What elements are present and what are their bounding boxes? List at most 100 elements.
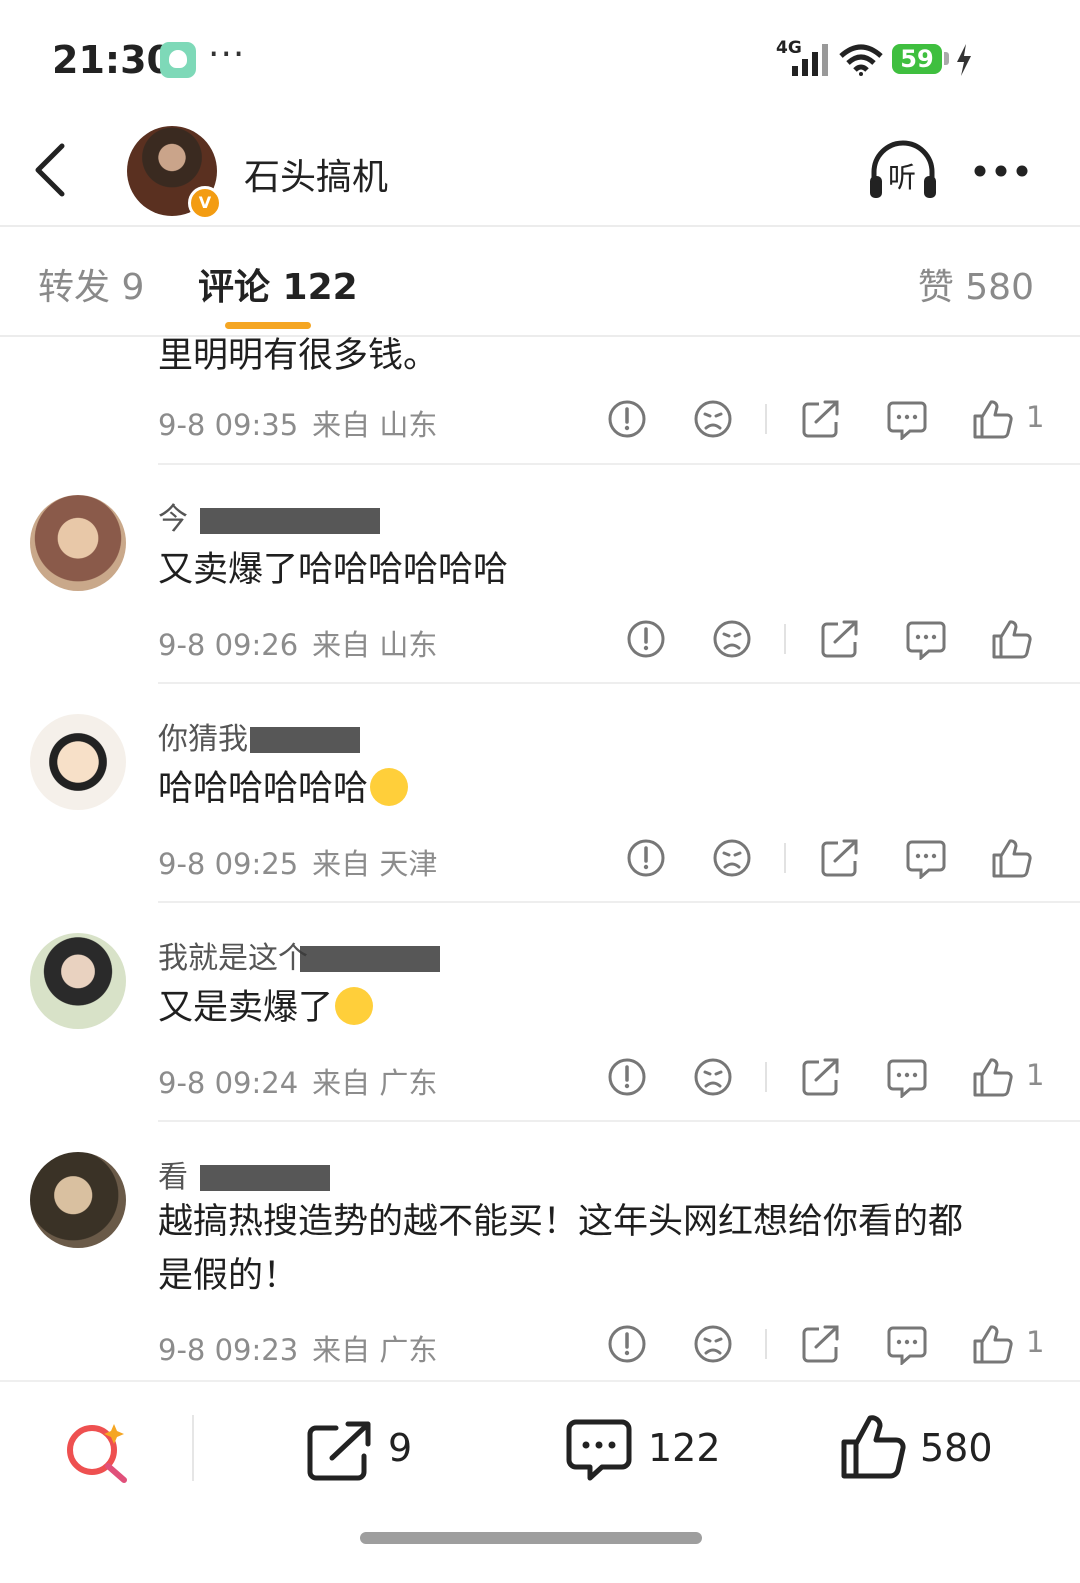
sweat-emoji: [335, 987, 374, 1025]
commenter-avatar[interactable]: [30, 714, 126, 810]
forward-count: 9: [388, 1426, 413, 1470]
share-icon: [821, 839, 858, 877]
comment-text-row: 又是卖爆了: [158, 982, 374, 1034]
comment-like-button[interactable]: [972, 398, 1014, 440]
share-icon: [802, 400, 839, 438]
comment-time: 9-8 09:24: [158, 1066, 299, 1100]
comment-share-button[interactable]: [819, 837, 861, 879]
comment-meta: 9-8 09:25 来自 天津: [158, 841, 437, 883]
commenter-avatar[interactable]: [30, 1152, 126, 1248]
name-redaction: [200, 1165, 330, 1191]
comment-location: 来自 广东: [312, 1333, 438, 1367]
comment-like-button[interactable]: [991, 837, 1033, 879]
comment-icon: [906, 840, 946, 881]
charging-icon: [957, 44, 971, 76]
comment-share-button[interactable]: [800, 1056, 842, 1098]
header-divider: [0, 225, 1080, 227]
comment-divider: [158, 463, 1080, 465]
wifi-icon: [839, 44, 883, 76]
comment-like-button[interactable]: [972, 1056, 1014, 1098]
author-name[interactable]: 石头搞机: [244, 148, 388, 200]
name-redaction: [200, 508, 380, 534]
battery-tip: [944, 52, 949, 65]
bottom-bar-separator: [192, 1415, 194, 1481]
status-time: 21:30: [52, 38, 173, 82]
tab-like[interactable]: 赞 580: [918, 258, 1034, 310]
frown-icon: [694, 400, 732, 438]
comment-like-count: 1: [1026, 1325, 1045, 1359]
comment-share-button[interactable]: [819, 618, 861, 660]
warning-icon: [608, 1325, 646, 1363]
comment-text-row: 哈哈哈哈哈哈: [158, 763, 409, 815]
comment-count: 122: [648, 1426, 721, 1470]
warning-icon: [608, 400, 646, 438]
more-button[interactable]: [970, 154, 1032, 188]
status-more: ···: [208, 34, 246, 75]
ai-search-icon[interactable]: [64, 1418, 130, 1484]
reply-button[interactable]: [886, 398, 928, 442]
thumbs-up-icon: [973, 1058, 1013, 1097]
comment-text: 又是卖爆了: [158, 988, 334, 1028]
report-button[interactable]: [606, 1056, 648, 1098]
comment-meta: 9-8 09:24 来自 广东: [158, 1060, 437, 1102]
thumbs-up-icon: [992, 839, 1032, 878]
active-tab-indicator: [225, 322, 311, 329]
signal-icon: [792, 44, 828, 76]
share-icon: [821, 620, 858, 658]
comment-like-button[interactable]: [972, 1323, 1014, 1365]
commenter-name[interactable]: 我就是这个: [158, 933, 308, 977]
dislike-button[interactable]: [711, 837, 753, 879]
frown-icon: [694, 1058, 732, 1096]
commenter-name[interactable]: 你猜我: [158, 714, 248, 758]
warning-icon: [627, 839, 665, 877]
reply-button[interactable]: [886, 1323, 928, 1367]
share-icon: [802, 1325, 839, 1363]
comment-share-button[interactable]: [800, 398, 842, 440]
tab-forward[interactable]: 转发 9: [38, 258, 144, 310]
tab-comment[interactable]: 评论 122: [198, 258, 358, 310]
comment-meta: 9-8 09:35 来自 山东: [158, 402, 437, 444]
dislike-button[interactable]: [692, 1056, 734, 1098]
warning-icon: [627, 620, 665, 658]
action-separator: [765, 404, 767, 434]
app-icon: [160, 42, 196, 78]
comment-time: 9-8 09:26: [158, 628, 299, 662]
listen-button[interactable]: 听: [866, 138, 940, 204]
name-redaction: [300, 946, 440, 972]
report-button[interactable]: [625, 837, 667, 879]
comment-location: 来自 广东: [312, 1066, 438, 1100]
comment-icon: [566, 1419, 632, 1481]
back-button[interactable]: [26, 138, 86, 202]
bottom-bar-divider: [0, 1380, 1080, 1382]
comment-text: 越搞热搜造势的越不能买！这年头网红想给你看的都: [158, 1202, 964, 1242]
reply-button[interactable]: [905, 618, 947, 662]
thumbs-up-icon: [973, 400, 1013, 439]
thumbs-up-icon: [973, 1325, 1013, 1364]
comment-time: 9-8 09:35: [158, 408, 299, 442]
report-button[interactable]: [606, 1323, 648, 1365]
like-count: 580: [920, 1426, 993, 1470]
reply-button[interactable]: [905, 837, 947, 881]
comment-text: 又卖爆了哈哈哈哈哈哈: [158, 550, 509, 590]
dislike-button[interactable]: [692, 1323, 734, 1365]
comment-divider: [158, 682, 1080, 684]
commenter-avatar[interactable]: [30, 495, 126, 591]
dislike-button[interactable]: [692, 398, 734, 440]
dislike-button[interactable]: [711, 618, 753, 660]
like-icon: [841, 1415, 906, 1479]
commenter-name[interactable]: 今: [158, 494, 188, 538]
comment-icon: [906, 621, 946, 662]
comment-share-button[interactable]: [800, 1323, 842, 1365]
name-redaction: [250, 727, 360, 753]
comment-text-line2: 是假的！: [158, 1256, 299, 1296]
action-separator: [784, 624, 786, 654]
comment-divider: [158, 1120, 1080, 1122]
report-button[interactable]: [625, 618, 667, 660]
reply-button[interactable]: [886, 1056, 928, 1100]
commenter-name[interactable]: 看: [158, 1152, 188, 1196]
home-indicator[interactable]: [360, 1532, 702, 1544]
report-button[interactable]: [606, 398, 648, 440]
comment-time: 9-8 09:25: [158, 847, 299, 881]
commenter-avatar[interactable]: [30, 933, 126, 1029]
comment-like-button[interactable]: [991, 618, 1033, 660]
